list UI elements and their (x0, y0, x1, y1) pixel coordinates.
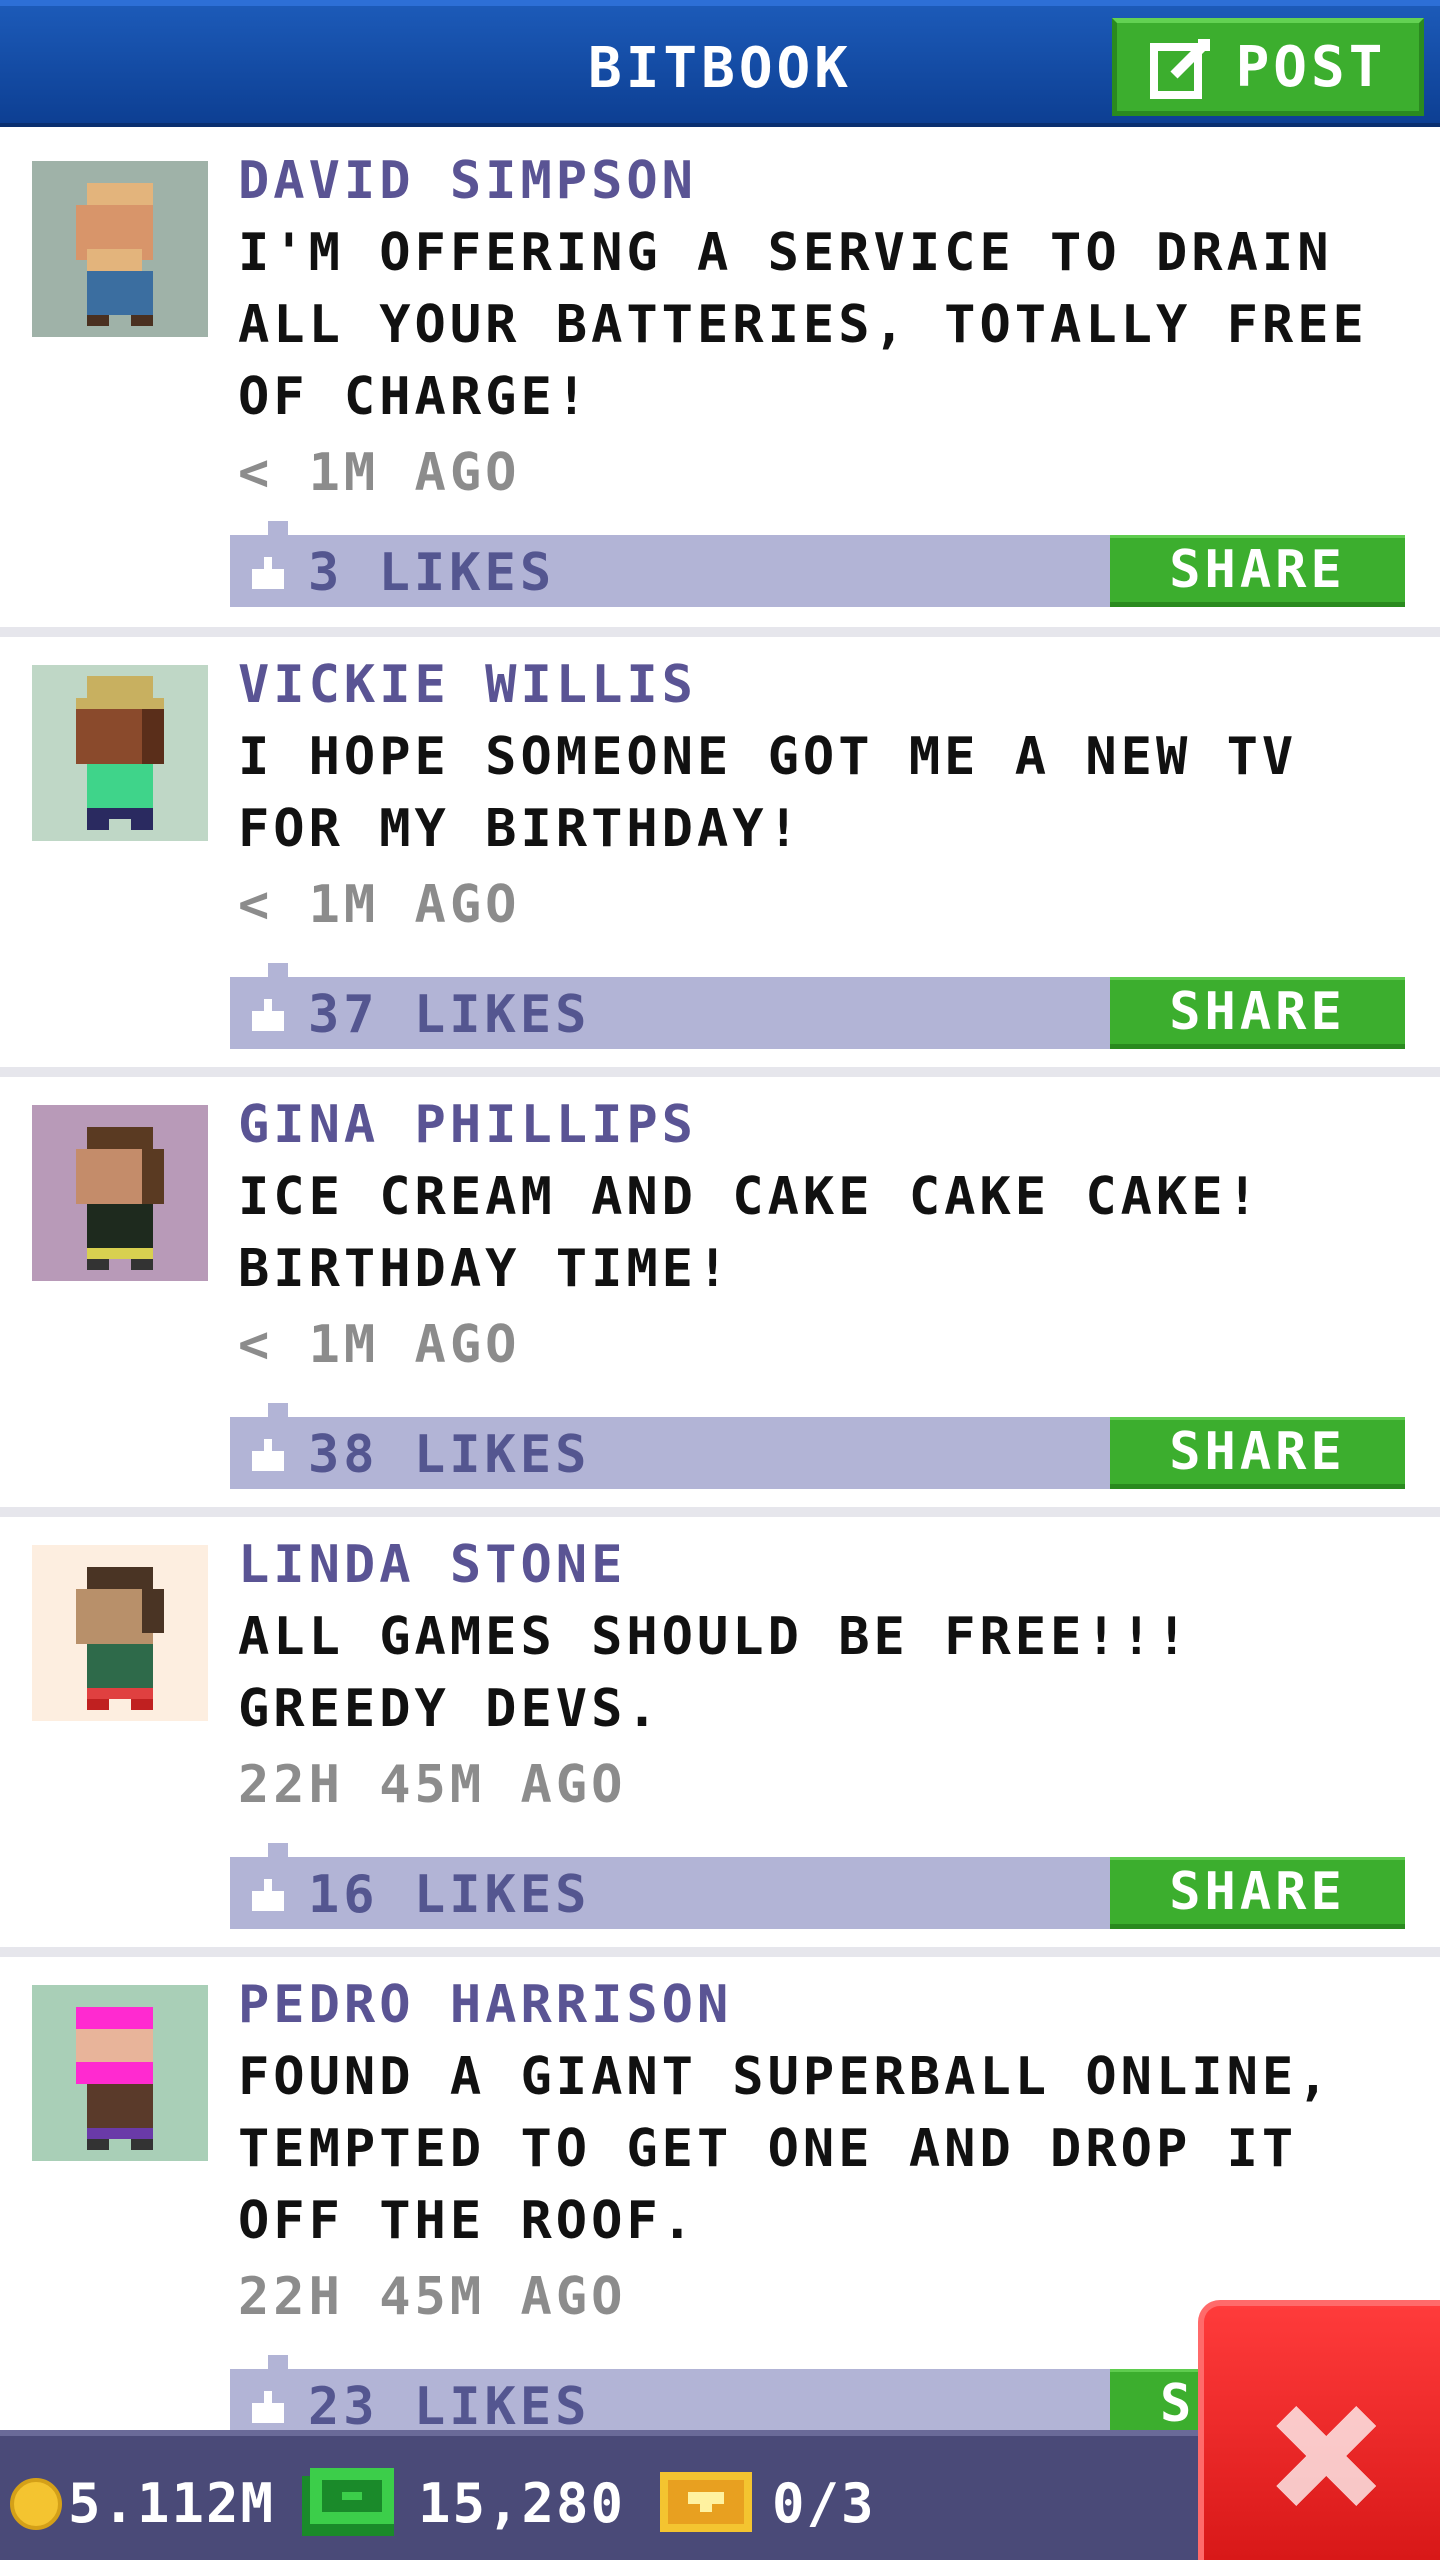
bux-count: 15,280 (418, 2472, 626, 2535)
share-button[interactable]: SHARE (1110, 977, 1405, 1049)
thumbs-up-icon[interactable] (248, 995, 288, 1035)
avatar[interactable] (32, 1985, 208, 2161)
ticket-icon (660, 2472, 752, 2532)
like-count: 38 LIKES (308, 1425, 591, 1485)
coin-count: 5.112M (68, 2472, 276, 2535)
like-bar: 37 LIKES SHARE (230, 963, 1405, 1049)
feed-post: DAVID SIMPSON I'M OFFERING A SERVICE TO … (0, 127, 1440, 637)
like-bar-notch (268, 1843, 288, 1859)
thumbs-up-icon[interactable] (248, 2387, 288, 2427)
compose-icon (1149, 39, 1210, 99)
feed-list[interactable]: DAVID SIMPSON I'M OFFERING A SERVICE TO … (0, 127, 1440, 2477)
avatar[interactable] (32, 161, 208, 337)
close-icon (1276, 2406, 1376, 2506)
like-count: 37 LIKES (308, 985, 591, 1045)
avatar[interactable] (32, 665, 208, 841)
like-count: 3 LIKES (308, 543, 556, 603)
like-bar: 16 LIKES SHARE (230, 1843, 1405, 1929)
close-button[interactable] (1198, 2300, 1440, 2560)
post-time: < 1M AGO (238, 875, 521, 935)
post-time: 22H 45M AGO (238, 1755, 627, 1815)
post-author[interactable]: DAVID SIMPSON (238, 151, 697, 211)
app-header: BITBOOK POST (0, 0, 1440, 127)
thumbs-up-icon[interactable] (248, 1435, 288, 1475)
like-bar: 3 LIKES SHARE (230, 521, 1405, 607)
like-bar-notch (268, 521, 288, 537)
post-author[interactable]: GINA PHILLIPS (238, 1095, 697, 1155)
post-author[interactable]: VICKIE WILLIS (238, 655, 697, 715)
share-button[interactable]: SHARE (1110, 535, 1405, 607)
post-button-label: POST (1235, 34, 1387, 100)
like-bar: 38 LIKES SHARE (230, 1403, 1405, 1489)
post-button[interactable]: POST (1112, 18, 1424, 116)
post-text: ICE CREAM AND CAKE CAKE CAKE! BIRTHDAY T… (238, 1167, 1262, 1299)
post-time: < 1M AGO (238, 1315, 521, 1375)
feed-post: VICKIE WILLIS I HOPE SOMEONE GOT ME A NE… (0, 637, 1440, 1077)
thumbs-up-icon[interactable] (248, 1875, 288, 1915)
like-bar-notch (268, 2355, 288, 2371)
feed-post: LINDA STONE ALL GAMES SHOULD BE FREE!!! … (0, 1517, 1440, 1957)
like-count: 16 LIKES (308, 1865, 591, 1925)
post-text: FOUND A GIANT SUPERBALL ONLINE, TEMPTED … (238, 2047, 1333, 2251)
like-count: 23 LIKES (308, 2377, 591, 2437)
ticket-count: 0/3 (772, 2472, 876, 2535)
avatar[interactable] (32, 1545, 208, 1721)
bux-icon (302, 2468, 394, 2536)
post-time: 22H 45M AGO (238, 2267, 627, 2327)
like-bar-notch (268, 1403, 288, 1419)
post-text: I HOPE SOMEONE GOT ME A NEW TV FOR MY BI… (238, 727, 1298, 859)
post-author[interactable]: LINDA STONE (238, 1535, 626, 1595)
coin-icon (10, 2478, 62, 2530)
like-bar-notch (268, 963, 288, 979)
post-time: < 1M AGO (238, 443, 521, 503)
post-author[interactable]: PEDRO HARRISON (238, 1975, 732, 2035)
post-text: I'M OFFERING A SERVICE TO DRAIN ALL YOUR… (238, 223, 1368, 427)
thumbs-up-icon[interactable] (248, 553, 288, 593)
post-text: ALL GAMES SHOULD BE FREE!!! GREEDY DEVS. (238, 1607, 1192, 1739)
share-button[interactable]: SHARE (1110, 1417, 1405, 1489)
feed-post: GINA PHILLIPS ICE CREAM AND CAKE CAKE CA… (0, 1077, 1440, 1517)
share-button[interactable]: SHARE (1110, 1857, 1405, 1929)
avatar[interactable] (32, 1105, 208, 1281)
